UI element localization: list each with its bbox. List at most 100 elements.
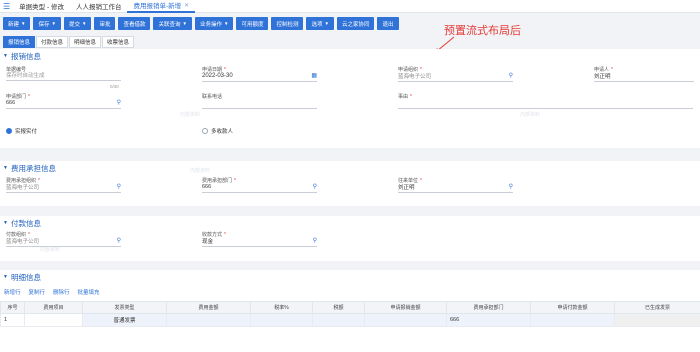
- tab-label: 费用报销单-新增: [133, 3, 182, 10]
- save-button[interactable]: 保存 ▼: [33, 17, 61, 30]
- cell-apply-amount[interactable]: [364, 313, 447, 327]
- options-button[interactable]: 选项 ▼: [306, 17, 334, 30]
- dept-field[interactable]: 666 ⚲: [6, 98, 121, 109]
- collapse-icon: ▼: [3, 274, 8, 280]
- expense-org-field[interactable]: 蓝海电子公司 ⚲: [6, 182, 121, 193]
- detail-table: 序号 费用项目 发票类型 费用金额 税率% 税额 申请报销金额 费用承担部门 申…: [0, 301, 700, 327]
- radio-unchecked-icon: [202, 128, 208, 134]
- yunzhijia-button[interactable]: 云之家协同: [336, 17, 375, 30]
- payment-method-field[interactable]: 现金 ⚲: [202, 236, 317, 247]
- column-header[interactable]: 申请报销金额: [364, 301, 447, 314]
- cell-tax[interactable]: [312, 313, 365, 327]
- control-check-button[interactable]: 控制检测: [271, 17, 304, 30]
- submit-button[interactable]: 提交 ▼: [63, 17, 92, 30]
- column-header[interactable]: 费用金额: [166, 301, 251, 314]
- tab-bill-type[interactable]: 单据类型 - 修改: [13, 0, 70, 13]
- chevron-down-icon: ▼: [21, 21, 26, 26]
- cell-invoice-type[interactable]: 普通发票: [82, 313, 167, 327]
- search-icon[interactable]: ⚲: [117, 99, 121, 106]
- watermark: 内部资料: [520, 112, 541, 118]
- apply-org-value: 蓝海电子公司: [398, 74, 432, 80]
- column-header[interactable]: 税额: [312, 301, 365, 314]
- multi-payee-radio[interactable]: 多收款人: [202, 127, 233, 135]
- cell-expense-dept[interactable]: 666: [446, 313, 531, 327]
- reimburse-section: ▼ 报销信息 单据编号 保存时自动生成 0/30 申请日期 * 2022-03-30…: [0, 49, 700, 148]
- search-icon[interactable]: ⚲: [117, 237, 121, 244]
- watermark: 内部资料: [40, 247, 61, 253]
- tab-invoice-info[interactable]: 收票信息: [102, 36, 135, 48]
- button-label: 查看借款: [123, 21, 146, 28]
- applicant-field[interactable]: 刘正明: [594, 71, 694, 82]
- cell-expense-item[interactable]: [24, 313, 83, 327]
- detail-actions: 新增行 复制行 删除行 批量填充: [4, 288, 100, 296]
- business-op-button[interactable]: 业务操作 ▼: [194, 17, 234, 30]
- expense-dept-field[interactable]: 666 ⚲: [202, 182, 317, 193]
- section-title: 报销信息: [10, 51, 41, 61]
- watermark: 内部资料: [180, 112, 201, 118]
- chevron-down-icon: ▼: [223, 21, 229, 26]
- related-query-button[interactable]: 关联查询 ▼: [153, 17, 192, 30]
- cell-expense-amount[interactable]: [166, 313, 251, 327]
- radio-label: 多收款人: [211, 129, 234, 135]
- approve-button[interactable]: 审批: [94, 17, 116, 30]
- add-row-link[interactable]: 新增行: [4, 288, 21, 296]
- batch-fill-link[interactable]: 批量填充: [78, 288, 100, 296]
- cell-seq: 1: [0, 313, 25, 327]
- actual-payment-radio[interactable]: 实报实付: [6, 127, 37, 135]
- tab-workbench[interactable]: 人人报销工作台: [70, 0, 128, 13]
- search-icon[interactable]: ⚲: [313, 237, 317, 244]
- column-header[interactable]: 费用承担部门: [446, 301, 531, 314]
- column-header[interactable]: 已生成发票: [614, 301, 700, 314]
- view-loan-button[interactable]: 查看借款: [118, 17, 151, 30]
- unit-field[interactable]: 刘正明 ⚲: [398, 182, 513, 193]
- chevron-down-icon: ▼: [182, 21, 187, 26]
- contact-field[interactable]: [202, 98, 317, 109]
- section-header[interactable]: ▼ 付款信息: [0, 218, 700, 228]
- calendar-icon[interactable]: ▦: [311, 72, 317, 79]
- menu-icon[interactable]: ☰: [3, 2, 10, 11]
- button-label: 云之家协同: [341, 21, 370, 28]
- column-header[interactable]: 序号: [0, 301, 25, 314]
- column-header[interactable]: 申请付款金额: [530, 301, 615, 314]
- table-row[interactable]: 1 普通发票 666: [0, 313, 700, 327]
- cell-payment-amount[interactable]: [530, 313, 615, 327]
- tab-reimburse-info[interactable]: 报销信息: [3, 36, 36, 48]
- expense-section: ▼ 费用承担信息 费用承担组织 * 蓝海电子公司 ⚲ 费用承担部门 * 666 ⚲ 往来单…: [0, 161, 700, 206]
- payment-org-field[interactable]: 蓝海电子公司 ⚲: [6, 236, 121, 247]
- expense-dept-value: 666: [202, 184, 212, 190]
- delete-row-link[interactable]: 删除行: [53, 288, 70, 296]
- section-header[interactable]: ▼ 报销信息: [0, 51, 700, 61]
- new-button[interactable]: 新建 ▼: [3, 17, 31, 30]
- reason-field[interactable]: [398, 98, 693, 109]
- tab-label: 人人报销工作台: [75, 4, 122, 11]
- button-label: 保存: [38, 21, 50, 28]
- section-header[interactable]: ▼ 明细信息: [0, 272, 700, 282]
- char-counter: 0/30: [110, 84, 119, 89]
- apply-date-field[interactable]: 2022-03-30 ▦: [202, 71, 317, 82]
- tab-expense-new[interactable]: 费用报销单-新增 ✕: [127, 0, 196, 13]
- applicant-value: 刘正明: [594, 74, 611, 80]
- tab-payment-info[interactable]: 付款信息: [36, 36, 69, 48]
- section-title: 付款信息: [10, 218, 41, 228]
- section-title: 费用承担信息: [10, 163, 56, 173]
- cell-tax-rate[interactable]: [250, 313, 313, 327]
- column-header[interactable]: 税率%: [250, 301, 313, 314]
- section-header[interactable]: ▼ 费用承担信息: [0, 163, 700, 173]
- search-icon[interactable]: ⚲: [117, 183, 121, 190]
- tab-detail-info[interactable]: 明细信息: [69, 36, 102, 48]
- button-label: 选项: [311, 21, 323, 28]
- bill-no-field[interactable]: 保存时自动生成: [6, 70, 121, 81]
- section-tabs: 报销信息 付款信息 明细信息 收票信息: [3, 36, 135, 48]
- available-quota-button[interactable]: 可用额度: [236, 17, 269, 30]
- button-label: 可用额度: [241, 21, 264, 28]
- copy-row-link[interactable]: 复制行: [29, 288, 46, 296]
- document-tab-bar: ☰ 单据类型 - 修改 人人报销工作台 费用报销单-新增 ✕: [0, 0, 700, 13]
- close-icon[interactable]: ✕: [184, 2, 189, 9]
- column-header[interactable]: 费用项目: [24, 301, 83, 314]
- search-icon[interactable]: ⚲: [509, 72, 513, 79]
- apply-org-field[interactable]: 蓝海电子公司 ⚲: [398, 71, 513, 82]
- search-icon[interactable]: ⚲: [313, 183, 317, 190]
- column-header[interactable]: 发票类型: [82, 301, 167, 314]
- exit-button[interactable]: 退出: [377, 17, 399, 30]
- search-icon[interactable]: ⚲: [509, 183, 513, 190]
